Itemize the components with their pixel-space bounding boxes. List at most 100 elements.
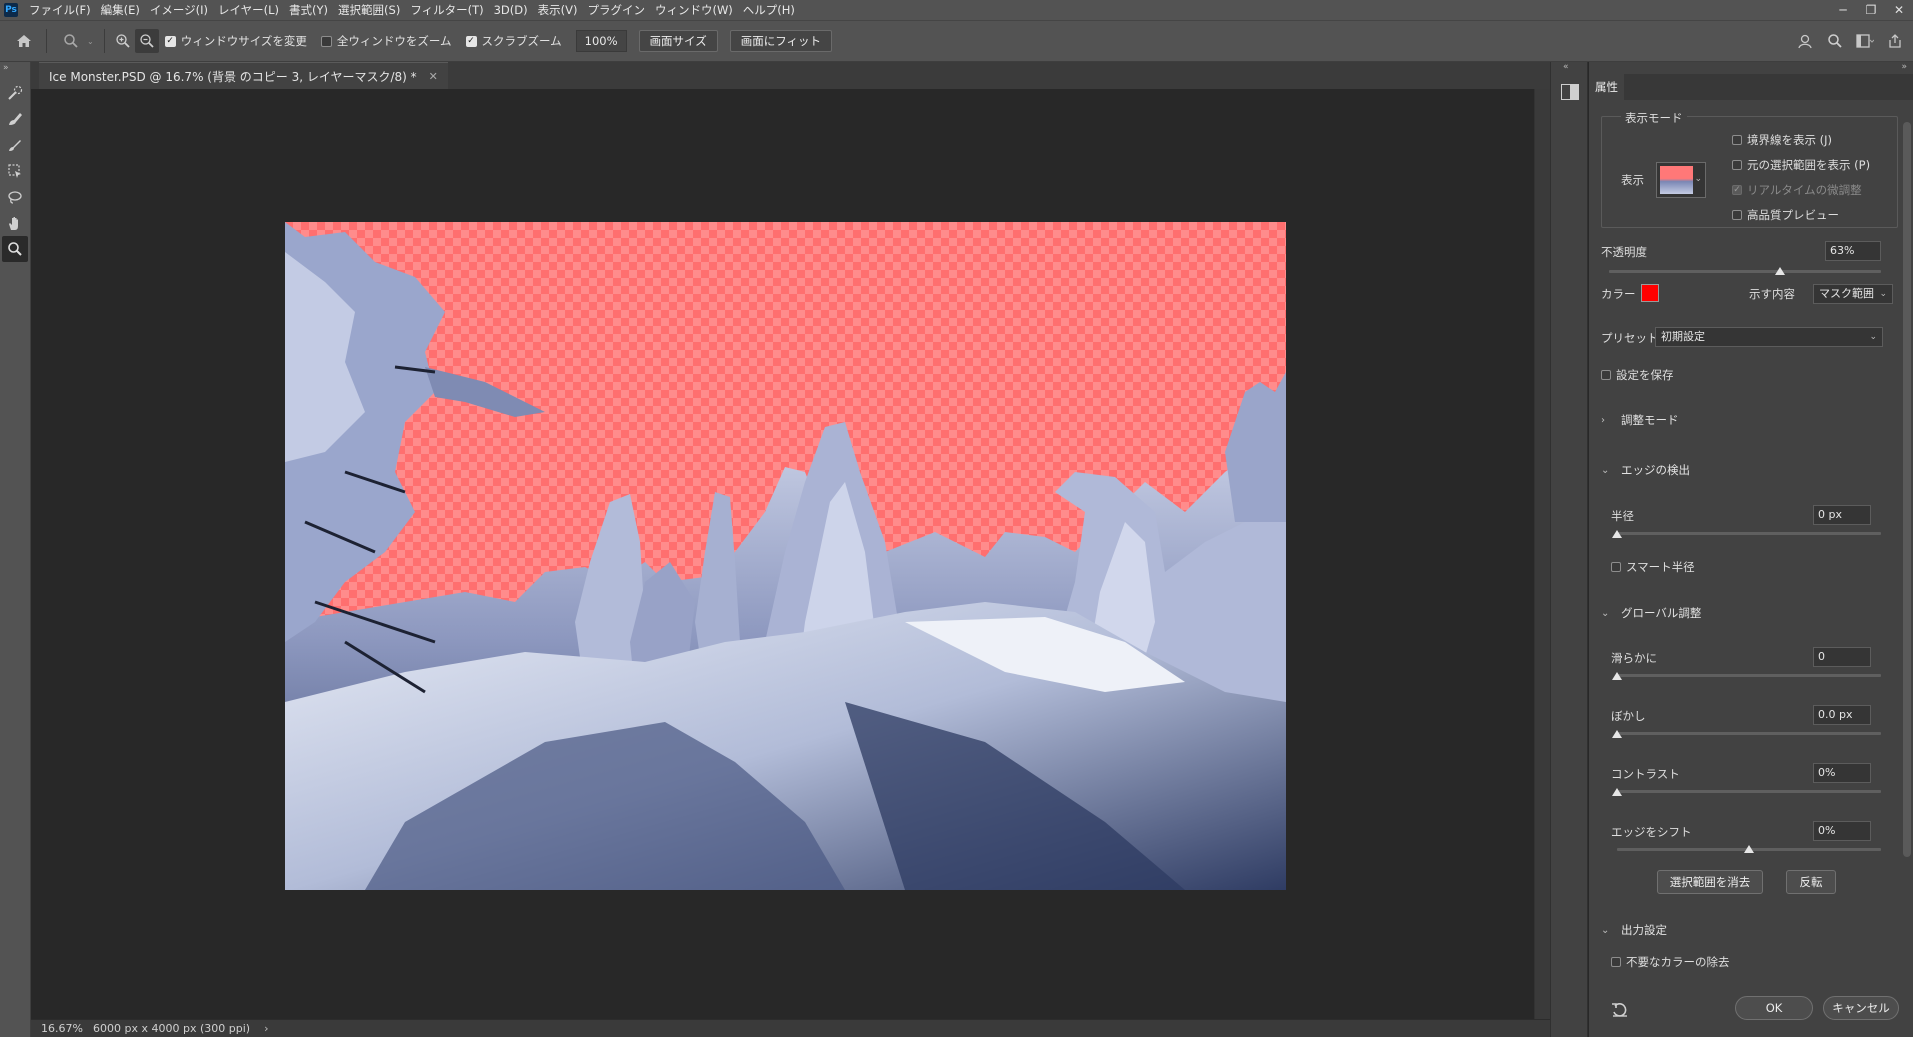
contrast-slider[interactable] [1617,790,1881,793]
clear-selection-button[interactable]: 選択範囲を消去 [1657,870,1763,894]
refine-edge-brush-icon[interactable] [2,106,28,132]
search-icon[interactable] [1823,29,1847,53]
checkbox-icon[interactable] [1611,957,1621,967]
shift-edge-field[interactable]: 0% [1813,821,1871,841]
show-original-checkbox[interactable]: 元の選択範囲を表示 (P) [1732,157,1870,173]
menu-layer[interactable]: レイヤー(L) [213,0,284,20]
zoom-icon[interactable] [2,236,28,262]
chevron-down-icon: ⌄ [1601,607,1610,619]
quick-selection-icon[interactable] [2,80,28,106]
close-icon[interactable]: ✕ [1885,0,1913,20]
scrubby-zoom-checkbox[interactable]: ✓ スクラブズーム [465,33,562,49]
resize-windows-checkbox[interactable]: ✓ ウィンドウサイズを変更 [164,33,307,49]
document-image[interactable] [285,222,1286,890]
menu-type[interactable]: 書式(Y) [284,0,333,20]
collapse-icon[interactable]: » [0,62,30,74]
checkbox-icon[interactable] [320,35,332,47]
smooth-slider[interactable] [1617,674,1881,677]
workspace-icon[interactable] [1853,29,1877,53]
global-refinements-section[interactable]: ⌄ グローバル調整 [1601,605,1701,621]
invert-button[interactable]: 反転 [1786,870,1836,894]
collapse-panel-icon[interactable]: » [1901,62,1907,72]
collapse-dock-icon[interactable]: « [1563,62,1569,72]
vertical-scrollbar[interactable] [1534,89,1550,1019]
smooth-field[interactable]: 0 [1813,647,1871,667]
menu-file[interactable]: ファイル(F) [24,0,96,20]
realtime-refinement-checkbox[interactable]: ✓ リアルタイムの微調整 [1732,182,1862,198]
zoom-percent-field[interactable]: 100% [575,30,627,52]
menu-edit[interactable]: 編集(E) [96,0,145,20]
ok-button[interactable]: OK [1735,996,1813,1020]
share-icon[interactable] [1883,29,1907,53]
radius-slider-thumb[interactable] [1612,530,1622,538]
document-tab[interactable]: Ice Monster.PSD @ 16.7% (背景 のコピー 3, レイヤー… [39,62,448,89]
preset-dropdown-icon[interactable]: ⌄ [87,37,94,46]
properties-scrollbar[interactable] [1902,102,1912,1032]
menu-help[interactable]: ヘルプ(H) [738,0,800,20]
checkbox-checked-icon[interactable]: ✓ [1732,185,1742,195]
properties-panel-icon[interactable] [1561,84,1579,100]
feather-slider-thumb[interactable] [1612,730,1622,738]
edge-detection-section[interactable]: ⌄ エッジの検出 [1601,462,1690,478]
menu-filter[interactable]: フィルター(T) [405,0,488,20]
menu-window[interactable]: ウィンドウ(W) [650,0,738,20]
lasso-icon[interactable] [2,184,28,210]
radius-slider[interactable] [1617,532,1881,535]
output-settings-section[interactable]: ⌄ 出力設定 [1601,922,1667,938]
decontaminate-colors-checkbox[interactable]: 不要なカラーの除去 [1611,954,1730,970]
menu-3d[interactable]: 3D(D) [489,0,533,20]
checkbox-icon[interactable] [1601,370,1611,380]
status-zoom[interactable]: 16.67% [31,1022,91,1035]
menu-plugins[interactable]: プラグイン [582,0,650,20]
zoom-in-icon[interactable] [111,29,135,53]
zoom-all-windows-checkbox[interactable]: 全ウィンドウをズーム [320,33,452,49]
restore-icon[interactable]: ❐ [1857,0,1885,20]
checkbox-icon[interactable] [1732,210,1742,220]
hq-preview-checkbox[interactable]: 高品質プレビュー [1732,207,1839,223]
radius-field[interactable]: 0 px [1813,505,1871,525]
shift-edge-slider-thumb[interactable] [1744,845,1754,853]
hand-icon[interactable] [2,210,28,236]
checkbox-checked-icon[interactable]: ✓ [465,35,477,47]
opacity-field[interactable]: 63% [1825,241,1881,261]
fill-screen-button[interactable]: 画面にフィット [729,30,832,52]
feather-field[interactable]: 0.0 px [1813,705,1871,725]
menu-image[interactable]: イメージ(I) [145,0,213,20]
user-icon[interactable] [1793,29,1817,53]
fit-screen-button[interactable]: 画面サイズ [638,30,718,52]
object-selection-icon[interactable] [2,158,28,184]
brush-icon[interactable] [2,132,28,158]
checkbox-icon[interactable] [1732,160,1742,170]
minimize-icon[interactable]: ─ [1829,0,1857,20]
opacity-slider-thumb[interactable] [1775,267,1786,275]
checkbox-icon[interactable] [1732,135,1742,145]
document-title: Ice Monster.PSD @ 16.7% (背景 のコピー 3, レイヤー… [49,69,417,84]
indicates-select[interactable]: マスク範囲 ⌄ [1813,284,1893,304]
opacity-slider[interactable] [1609,270,1881,273]
zoom-out-icon[interactable] [134,29,159,53]
feather-slider[interactable] [1617,732,1881,735]
status-menu-icon[interactable]: › [264,1022,268,1035]
canvas-area[interactable] [31,89,1534,1019]
overlay-color-swatch[interactable] [1641,284,1659,302]
smart-radius-checkbox[interactable]: スマート半径 [1611,559,1695,575]
close-tab-icon[interactable]: ✕ [429,70,438,83]
contrast-slider-thumb[interactable] [1612,788,1622,796]
checkbox-checked-icon[interactable]: ✓ [164,35,176,47]
zoom-tool-preset-icon[interactable] [59,29,83,53]
home-icon[interactable] [12,29,36,53]
remember-settings-checkbox[interactable]: 設定を保存 [1601,367,1674,383]
opacity-label: 不透明度 [1601,245,1647,259]
reset-icon[interactable] [1611,1002,1631,1020]
adjust-mode-section[interactable]: › 調整モード [1601,412,1679,428]
tab-properties[interactable]: 属性 [1589,74,1624,100]
cancel-button[interactable]: キャンセル [1823,996,1899,1020]
contrast-field[interactable]: 0% [1813,763,1871,783]
smooth-slider-thumb[interactable] [1612,672,1622,680]
menu-select[interactable]: 選択範囲(S) [333,0,405,20]
show-edge-checkbox[interactable]: 境界線を表示 (J) [1732,132,1832,148]
checkbox-icon[interactable] [1611,562,1621,572]
menu-view[interactable]: 表示(V) [533,0,583,20]
view-mode-dropdown[interactable]: ⌄ [1656,162,1706,198]
preset-select[interactable]: 初期設定 ⌄ [1655,327,1883,347]
